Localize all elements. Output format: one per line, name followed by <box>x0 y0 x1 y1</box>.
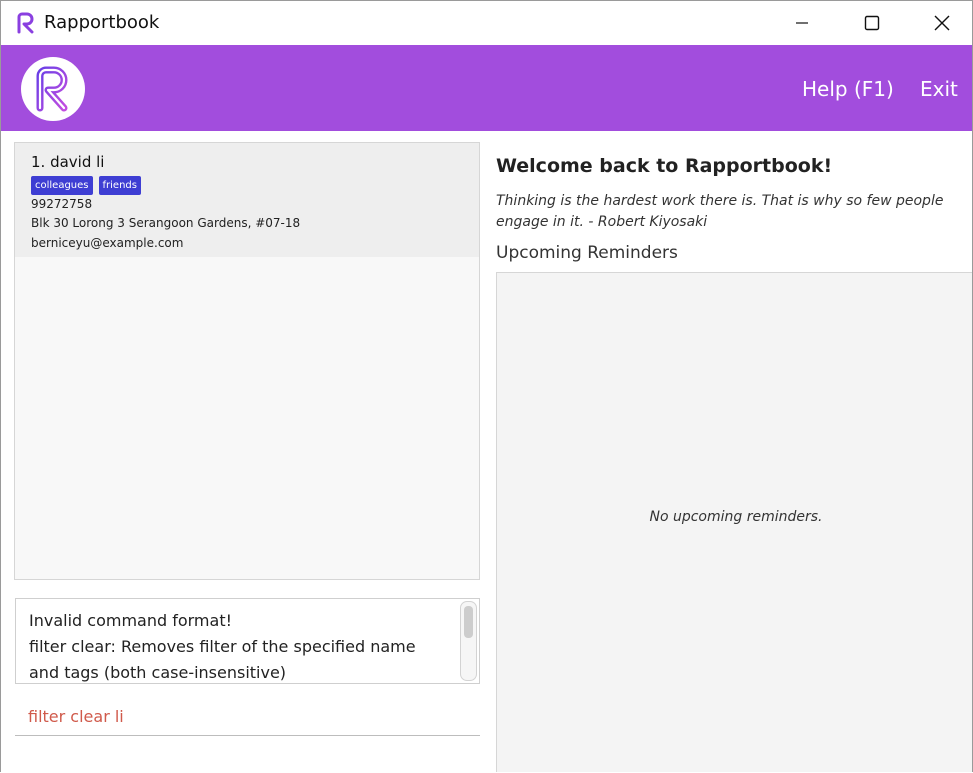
app-header: Help (F1) Exit <box>1 45 972 131</box>
person-name: 1. david li <box>31 153 105 171</box>
result-line: filter clear: Removes filter of the spec… <box>29 637 416 682</box>
tag-badge: colleagues <box>31 176 93 195</box>
exit-menu[interactable]: Exit <box>920 77 958 101</box>
app-logo-icon <box>17 12 34 34</box>
minimize-icon <box>796 22 808 24</box>
rapportbook-logo-icon <box>36 66 68 112</box>
maximize-button[interactable] <box>837 1 907 45</box>
welcome-heading: Welcome back to Rapportbook! <box>496 155 833 177</box>
person-email: berniceyu@example.com <box>31 236 184 250</box>
person-phone: 99272758 <box>31 197 93 211</box>
empty-reminders-text: No upcoming reminders. <box>649 509 823 525</box>
reminders-label: Upcoming Reminders <box>496 243 678 263</box>
app-logo <box>21 57 85 121</box>
person-list-panel[interactable]: 1. david li colleagues friends 99272758 … <box>14 142 480 580</box>
window-title: Rapportbook <box>44 12 160 33</box>
title-bar: Rapportbook <box>1 1 972 45</box>
person-card[interactable]: 1. david li colleagues friends 99272758 … <box>15 143 479 257</box>
result-line: Invalid command format! <box>29 611 233 630</box>
close-button[interactable] <box>907 1 972 45</box>
command-input[interactable]: filter clear li <box>15 701 480 736</box>
scrollbar-thumb[interactable] <box>464 606 473 638</box>
result-text: Invalid command format! filter clear: Re… <box>29 608 439 683</box>
tag-badge: friends <box>98 176 141 195</box>
maximize-icon <box>864 15 880 31</box>
quote-text: Thinking is the hardest work there is. T… <box>496 193 944 230</box>
person-address: Blk 30 Lorong 3 Serangoon Gardens, #07-1… <box>31 216 301 230</box>
close-icon <box>934 15 950 31</box>
reminders-panel: No upcoming reminders. <box>496 272 972 772</box>
app-window: Rapportbook Help (F1) Exit 1. david li c… <box>0 0 973 772</box>
command-text[interactable]: filter clear li <box>28 707 124 726</box>
minimize-button[interactable] <box>767 1 837 45</box>
result-display[interactable]: Invalid command format! filter clear: Re… <box>15 598 480 684</box>
result-scrollbar[interactable] <box>460 601 477 681</box>
help-menu[interactable]: Help (F1) <box>802 77 894 101</box>
person-tags: colleagues friends <box>31 176 141 195</box>
